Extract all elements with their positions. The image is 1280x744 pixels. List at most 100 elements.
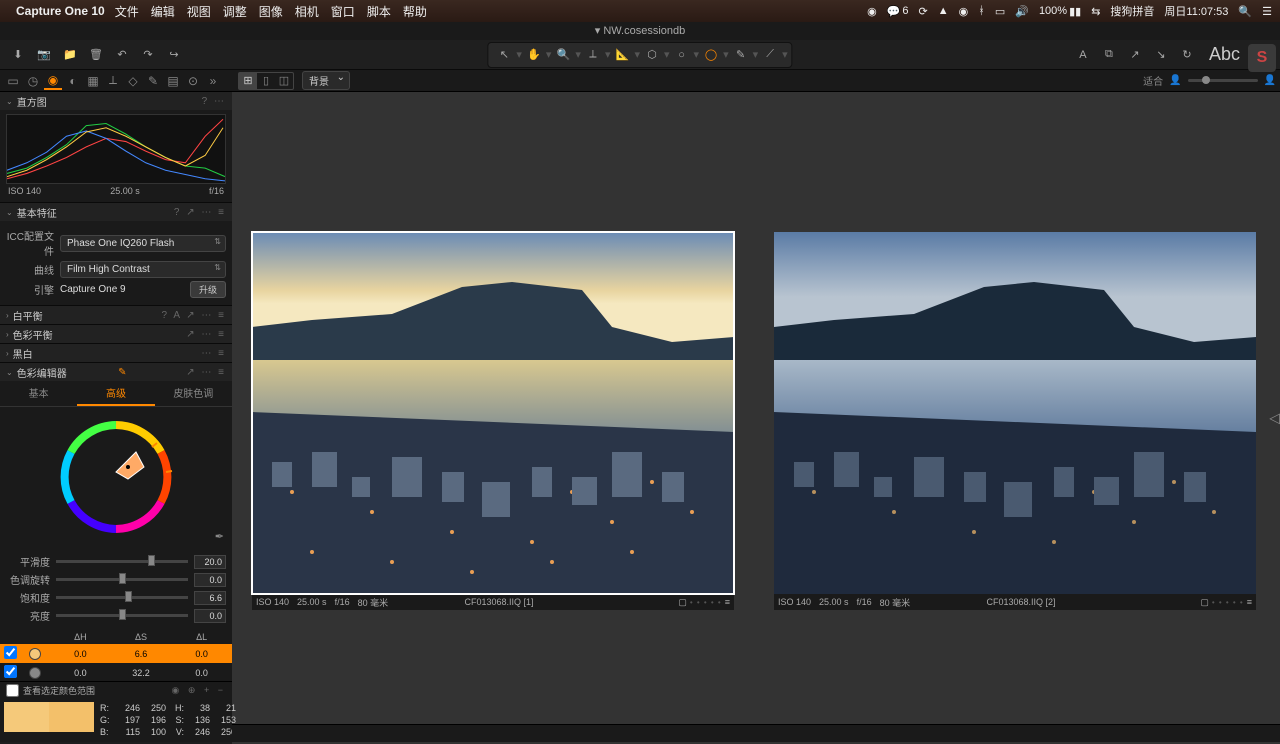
sync-icon[interactable]: ⟳	[919, 5, 928, 18]
view-range-checkbox[interactable]	[6, 684, 19, 697]
hand-icon[interactable]: ✋	[524, 45, 544, 65]
brush-icon[interactable]: ✎	[731, 45, 751, 65]
straighten-icon[interactable]: 📐	[612, 45, 632, 65]
camera-icon[interactable]: 📷	[34, 45, 54, 65]
volume-icon[interactable]: 🔊	[1015, 5, 1029, 18]
curve-select[interactable]: Film High Contrast⇅	[60, 261, 226, 278]
tab-output-icon[interactable]: ⊙	[184, 72, 202, 90]
row-checkbox[interactable]	[4, 665, 17, 678]
keystone-icon[interactable]: ⬡	[642, 45, 662, 65]
tab-lens-icon[interactable]: ▦	[84, 72, 102, 90]
row-checkbox[interactable]	[4, 646, 17, 659]
minus-icon[interactable]: −	[218, 685, 226, 695]
menu-file[interactable]: 文件	[115, 3, 139, 20]
erase-icon[interactable]: ⟋	[760, 45, 780, 65]
globe-icon[interactable]: ◉	[172, 685, 183, 695]
ce-tab-basic[interactable]: 基本	[0, 381, 77, 406]
trash-icon[interactable]: 🗑	[86, 45, 106, 65]
light-slider[interactable]	[56, 614, 188, 617]
wb-panel-head[interactable]: ›白平衡? A ↗ ⋯ ≡	[0, 306, 232, 324]
wechat-icon[interactable]: 💬 6	[887, 5, 909, 18]
tab-capture-icon[interactable]: ◷	[24, 72, 42, 90]
upgrade-button[interactable]: 升级	[190, 281, 226, 298]
user1-icon[interactable]: 👤	[1169, 75, 1181, 86]
crop-icon[interactable]: ⟂	[583, 45, 603, 65]
huerot-slider[interactable]	[56, 578, 188, 581]
ime-label[interactable]: 搜狗拼音	[1110, 3, 1154, 19]
menu-view[interactable]: 视图	[187, 3, 211, 20]
up-arrow-icon[interactable]: ↗	[1125, 45, 1145, 65]
plus-icon[interactable]: +	[204, 685, 212, 695]
recorder-icon[interactable]: S	[1248, 44, 1276, 72]
import-icon[interactable]: ⬇	[8, 45, 28, 65]
menu-icon[interactable]: ≡	[725, 597, 730, 607]
menu-edit[interactable]: 编辑	[151, 3, 175, 20]
ce-tab-skin[interactable]: 皮肤色调	[155, 381, 232, 406]
menu-script[interactable]: 脚本	[367, 3, 391, 20]
smoothness-slider[interactable]	[56, 560, 188, 563]
eyedropper-icon[interactable]: ✒	[215, 530, 224, 543]
menu-camera[interactable]: 相机	[295, 3, 319, 20]
ce-tab-advanced[interactable]: 高级	[77, 381, 154, 406]
redo-icon[interactable]: ↷	[138, 45, 158, 65]
text-icon[interactable]: A	[1073, 45, 1093, 65]
user2-icon[interactable]: 👤	[1264, 75, 1276, 86]
abc-label[interactable]: Abc	[1209, 44, 1240, 65]
tab-crop-icon[interactable]: ⟂	[104, 72, 122, 90]
delta-row[interactable]: 0.032.20.0	[0, 663, 232, 682]
undo-icon[interactable]: ↶	[112, 45, 132, 65]
background-select[interactable]: 背景	[302, 71, 350, 90]
folder-icon[interactable]: 📁	[60, 45, 80, 65]
colorbalance-panel-head[interactable]: ›色彩平衡↗ ⋯ ≡	[0, 325, 232, 343]
bw-panel-head[interactable]: ›黑白⋯ ≡	[0, 344, 232, 362]
tab-adjust-icon[interactable]: ✎	[144, 72, 162, 90]
cc-icon[interactable]: ◉	[867, 5, 877, 18]
tag-icon[interactable]: ▢	[678, 597, 687, 608]
pipette-icon[interactable]: ✎	[118, 367, 126, 378]
tab-color-icon[interactable]: ◉	[44, 72, 62, 90]
delta-row[interactable]: 0.06.60.0	[0, 644, 232, 663]
image-thumbnail-2[interactable]	[774, 232, 1256, 594]
tab-details-icon[interactable]: ◇	[124, 72, 142, 90]
tab-exposure-icon[interactable]: ◐	[64, 72, 82, 90]
spotlight-icon[interactable]: 🔍	[1238, 5, 1252, 18]
menu-icon[interactable]: ≡	[1247, 597, 1252, 607]
bluetooth-icon[interactable]: ᚼ	[978, 5, 985, 17]
mask-icon[interactable]: ◯	[701, 45, 721, 65]
split-view-icon[interactable]: ◫	[275, 73, 293, 89]
wifi-icon[interactable]: ◉	[959, 5, 969, 18]
airplay-icon[interactable]: ▲	[938, 5, 949, 17]
menu-window[interactable]: 窗口	[331, 3, 355, 20]
display-icon[interactable]: ▭	[995, 5, 1005, 18]
copy-icon[interactable]: ⧉	[1099, 45, 1119, 65]
side-handle-icon[interactable]: ◁	[1269, 410, 1280, 427]
tab-more-icon[interactable]: »	[204, 72, 222, 90]
spot-icon[interactable]: ○	[672, 45, 692, 65]
zoom-slider[interactable]	[1188, 79, 1258, 82]
target-icon[interactable]: ⊕	[188, 685, 199, 695]
panel-menu-icon[interactable]: ? ⋯	[202, 96, 226, 107]
menu-help[interactable]: 帮助	[403, 3, 427, 20]
menu-image[interactable]: 图像	[259, 3, 283, 20]
forward-icon[interactable]: ↪	[164, 45, 184, 65]
icc-select[interactable]: Phase One IQ260 Flash⇅	[60, 235, 226, 252]
image-thumbnail-1[interactable]	[252, 232, 734, 594]
reset-icon[interactable]: ↻	[1177, 45, 1197, 65]
tag-icon[interactable]: ▢	[1200, 597, 1209, 608]
loupe-icon[interactable]: 🔍	[553, 45, 573, 65]
down-arrow-icon[interactable]: ↘	[1151, 45, 1171, 65]
battery-icon[interactable]: 100% ▮▮	[1039, 5, 1081, 18]
grid-view-icon[interactable]: ⊞	[239, 73, 257, 89]
panel-menu-icon[interactable]: ? ↗ ⋯ ≡	[174, 207, 226, 218]
color-wheel[interactable]: ✒	[0, 407, 232, 547]
single-view-icon[interactable]: ▯	[257, 73, 275, 89]
clock[interactable]: 周日11:07:53	[1164, 3, 1228, 19]
pointer-icon[interactable]: ↖	[494, 45, 514, 65]
tab-library-icon[interactable]: ▭	[4, 72, 22, 90]
app-name[interactable]: Capture One 10	[16, 4, 105, 18]
sat-slider[interactable]	[56, 596, 188, 599]
notification-icon[interactable]: ☰	[1262, 5, 1272, 18]
tab-meta-icon[interactable]: ▤	[164, 72, 182, 90]
switch-icon[interactable]: ⇆	[1091, 5, 1100, 18]
menu-adjust[interactable]: 调整	[223, 3, 247, 20]
